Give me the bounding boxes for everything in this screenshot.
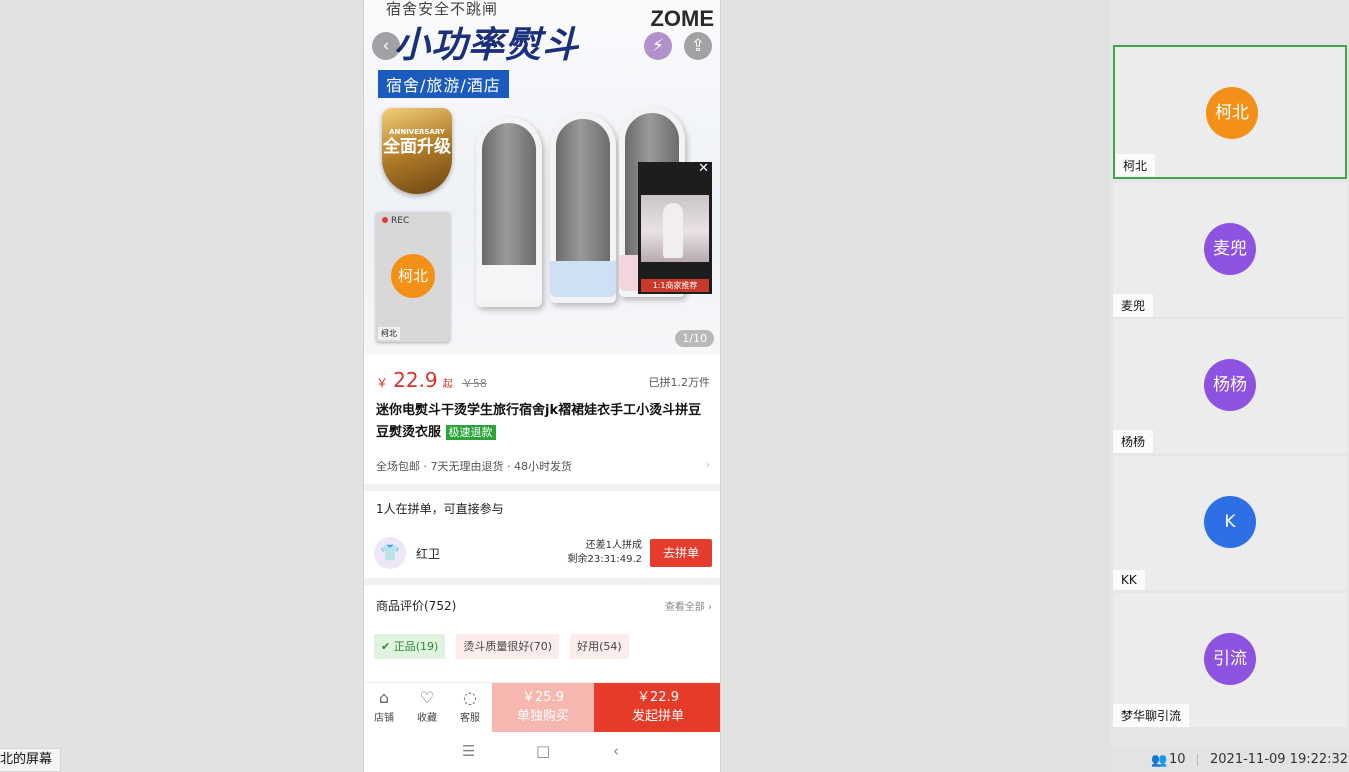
rec-indicator: REC	[382, 216, 409, 226]
participant-name: 杨杨	[1113, 430, 1154, 453]
participant-name: 梦华聊引流	[1113, 704, 1190, 727]
product-title: 迷你电熨斗干烫学生旅行宿舍jk褶裙娃衣手工小烫斗拼豆豆熨烫衣服 极速退款	[376, 400, 712, 444]
avatar: 柯北	[1206, 87, 1258, 139]
meeting-status-bar: 👥 10 2021-11-09 19:22:32	[1111, 748, 1349, 772]
view-all-reviews-link[interactable]: 查看全部 ›	[665, 598, 712, 613]
start-group-button[interactable]: ￥22.9 发起拼单	[594, 683, 720, 733]
preview-name: 柯北	[378, 327, 400, 340]
video-thumbnail	[641, 195, 709, 262]
favorite-label: 收藏	[417, 713, 437, 724]
original-price: ￥58	[461, 377, 487, 390]
divider	[364, 578, 720, 585]
product-image-carousel[interactable]: 宿舍安全不跳闸 小功率熨斗 ZOME 宿舍/旅游/酒店 ‹ ⚡ ⇪ ANNIVE…	[364, 0, 720, 355]
group-label: 发起拼单	[631, 709, 684, 724]
back-icon[interactable]: ‹	[372, 32, 400, 60]
iron-image	[550, 113, 616, 303]
hero-title: 小功率熨斗	[394, 25, 580, 66]
participant-tile[interactable]: 杨杨 杨杨	[1113, 319, 1347, 453]
datetime: 2021-11-09 19:22:32	[1210, 752, 1349, 767]
close-icon[interactable]: ✕	[698, 161, 709, 176]
recording-preview[interactable]: REC 柯北 柯北	[376, 212, 450, 342]
participant-tile[interactable]: 柯北 柯北	[1113, 45, 1347, 179]
shared-phone-screen: 宿舍安全不跳闸 小功率熨斗 ZOME 宿舍/旅游/酒店 ‹ ⚡ ⇪ ANNIVE…	[363, 0, 721, 772]
back-nav-icon[interactable]: ‹	[613, 742, 619, 760]
participant-count[interactable]: 👥 10	[1151, 752, 1186, 768]
badge-text: 全面升级	[383, 137, 451, 157]
product-title-text: 迷你电熨斗干烫学生旅行宿舍jk褶裙娃衣手工小烫斗拼豆豆熨烫衣服	[376, 403, 702, 440]
participant-name: KK	[1113, 570, 1145, 590]
review-tag[interactable]: ✔ 正品(19)	[374, 634, 446, 659]
currency-symbol: ￥	[376, 376, 389, 390]
price-row: ￥ 22.9 起 ￥58 已拼1.2万件	[376, 368, 710, 392]
chat-icon: ◌	[463, 688, 477, 707]
service-info[interactable]: 全场包邮 · 7天无理由退货 · 48小时发货 ›	[376, 458, 710, 474]
review-tag[interactable]: 烫斗质量很好(70)	[456, 634, 559, 659]
avatar: 麦兜	[1204, 223, 1256, 275]
group-lack-text: 还差1人拼成	[585, 540, 642, 551]
group-countdown: 剩余23:31:49.2	[567, 554, 642, 565]
chevron-right-icon: ›	[705, 458, 710, 471]
price-suffix: 起	[442, 379, 453, 390]
reviews-header: 商品评价(752) 查看全部 ›	[376, 597, 712, 614]
iron-image	[476, 117, 542, 307]
service-label: 客服	[460, 713, 480, 724]
buy-alone-button[interactable]: ￥25.9 单独购买	[492, 683, 594, 733]
join-group-button[interactable]: 去拼单	[650, 539, 712, 567]
menu-icon[interactable]: ☰	[462, 742, 475, 760]
reviews-title: 商品评价(752)	[376, 599, 457, 613]
group-buy-row: 👕 红卫 还差1人拼成 剩余23:31:49.2 去拼单	[374, 535, 712, 571]
avatar: 柯北	[391, 254, 435, 298]
share-icon[interactable]: ⇪	[684, 32, 712, 60]
screen-share-label: 北的屏幕	[0, 748, 62, 772]
customer-service-button[interactable]: ◌ 客服	[454, 687, 486, 724]
participant-tile[interactable]: K KK	[1113, 456, 1347, 590]
review-tags: ✔ 正品(19) 烫斗质量很好(70) 好用(54)	[374, 634, 635, 659]
android-nav-bar: ☰ □ ‹	[364, 732, 720, 772]
video-popup[interactable]: ✕ 1:1商家推荐	[638, 161, 712, 294]
participant-panel: 柯北 柯北 麦兜 麦兜 杨杨 杨杨 K KK 引流 梦华聊引流	[1111, 0, 1349, 772]
favorite-button[interactable]: ♡ 收藏	[411, 687, 443, 724]
refund-tag: 极速退款	[445, 425, 496, 440]
upgrade-badge: ANNIVERSARY 全面升级	[382, 108, 452, 194]
flash-icon[interactable]: ⚡	[644, 32, 672, 60]
home-icon[interactable]: □	[536, 742, 550, 760]
solo-label: 单独购买	[516, 709, 569, 724]
store-label: 店铺	[374, 713, 394, 724]
price-value: 22.9	[393, 368, 438, 392]
group-user-name: 红卫	[416, 547, 441, 561]
hero-subtitle: 宿舍/旅游/酒店	[378, 70, 509, 98]
service-text: 全场包邮 · 7天无理由退货 · 48小时发货	[376, 460, 572, 473]
participant-tile[interactable]: 引流 梦华聊引流	[1113, 593, 1347, 727]
shirt-icon: 👕	[374, 537, 406, 569]
purchase-bar: ⌂ 店铺 ♡ 收藏 ◌ 客服 ￥25.9 单独购买 ￥22.9 发起拼单	[364, 682, 720, 733]
divider	[1197, 754, 1198, 766]
avatar: 引流	[1204, 633, 1256, 685]
people-icon: 👥	[1151, 753, 1168, 768]
store-icon: ⌂	[378, 688, 390, 707]
store-button[interactable]: ⌂ 店铺	[368, 687, 400, 724]
avatar: 杨杨	[1204, 359, 1256, 411]
group-heading: 1人在拼单，可直接参与	[376, 502, 504, 516]
sold-count: 已拼1.2万件	[648, 376, 711, 389]
badge-small-text: ANNIVERSARY	[389, 128, 445, 136]
group-remaining: 还差1人拼成 剩余23:31:49.2	[568, 539, 642, 567]
participant-name: 柯北	[1115, 154, 1156, 177]
brand-logo: ZOME	[650, 6, 714, 31]
participant-name: 麦兜	[1113, 294, 1154, 317]
heart-icon: ♡	[419, 688, 435, 707]
video-caption: 1:1商家推荐	[641, 279, 709, 292]
solo-price: ￥25.9	[522, 690, 564, 705]
group-price: ￥22.9	[637, 690, 679, 705]
participant-tile[interactable]: 麦兜 麦兜	[1113, 183, 1347, 317]
image-pager: 1/10	[675, 330, 714, 347]
review-tag[interactable]: 好用(54)	[570, 634, 629, 659]
divider	[364, 484, 720, 491]
avatar: K	[1204, 496, 1256, 548]
